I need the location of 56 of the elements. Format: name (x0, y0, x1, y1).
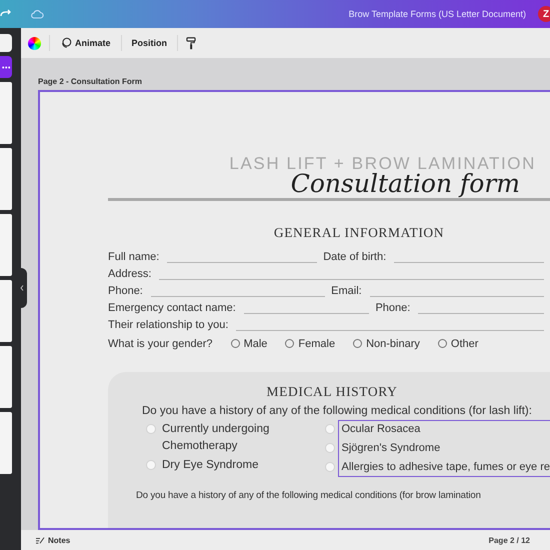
page-thumbnail[interactable] (0, 412, 12, 474)
section-heading: GENERAL INFORMATION (272, 224, 446, 240)
option-label: Other (450, 338, 478, 350)
section-heading: MEDICAL HISTORY (266, 384, 398, 400)
checkbox[interactable] (325, 424, 336, 434)
field-label: Full name: (108, 250, 160, 262)
radio-button[interactable] (285, 339, 294, 348)
radio-button[interactable] (438, 339, 447, 348)
condition-label: Currently undergoing Chemotherapy (162, 422, 270, 454)
page-thumbnail[interactable] (0, 214, 12, 276)
option-label: Male (244, 338, 268, 350)
field-label: Phone: (108, 284, 143, 296)
page-indicator[interactable]: Page 2 / 12 (488, 536, 530, 544)
field-label: Emergency contact name: (108, 302, 236, 314)
checkbox[interactable] (146, 460, 156, 470)
notes-button[interactable]: Notes (29, 534, 76, 546)
field-label: Date of birth: (323, 250, 386, 262)
color-wheel-icon[interactable] (28, 36, 41, 50)
checkbox[interactable] (325, 462, 336, 472)
paint-roller-icon[interactable] (186, 36, 196, 50)
condition-label: Dry Eye Syndrome (162, 458, 260, 472)
option-label: Non-binary (366, 338, 420, 350)
page-thumbnail[interactable] (0, 82, 12, 144)
radio-button[interactable] (230, 339, 240, 348)
page-thumbnail[interactable] (0, 346, 12, 408)
field-label: Their relationship to you: (108, 318, 228, 330)
page-thumbnail[interactable] (0, 148, 12, 210)
chevron-left-icon (20, 285, 24, 291)
position-button[interactable]: Position (130, 36, 170, 50)
field-label: Phone: (375, 302, 410, 314)
question-text: Do you have a history of any of the following medical conditions (for brow lamination (135, 490, 482, 500)
condition-label: Sjögren's Syndrome (341, 440, 440, 456)
form-title: Consultation form (290, 170, 520, 198)
field-label: Address: (108, 268, 152, 280)
condition-label: Allergies to adhesive tape, fumes or eye re (341, 460, 550, 474)
notes-icon (35, 536, 45, 544)
page-label: Page 2 - Consultation Form (38, 77, 144, 86)
page-thumbnail[interactable] (0, 280, 12, 342)
document-title[interactable]: Brow Template Forms (US Letter Document) (348, 9, 526, 19)
animate-button[interactable]: Animate (58, 35, 113, 51)
animate-icon (60, 37, 72, 49)
more-button[interactable] (0, 56, 12, 78)
checkbox[interactable] (146, 424, 156, 434)
question-text: Do you have a history of any of the following medical conditions (for lash lift): (141, 404, 533, 416)
cloud-icon[interactable] (30, 9, 44, 19)
checkbox[interactable] (325, 442, 336, 452)
question-text: What is your gender? (108, 338, 213, 350)
more-icon (2, 66, 10, 68)
condition-label: Ocular Rosacea (341, 422, 420, 436)
form-subtitle: LASH LIFT + BROW LAMINATION (228, 154, 537, 173)
radio-button[interactable] (353, 339, 362, 348)
avatar[interactable]: Z (538, 6, 550, 22)
selection-frame[interactable] (338, 420, 550, 476)
field-label: Email: (331, 284, 362, 296)
redo-icon[interactable] (0, 9, 12, 19)
option-label: Female (298, 338, 336, 350)
